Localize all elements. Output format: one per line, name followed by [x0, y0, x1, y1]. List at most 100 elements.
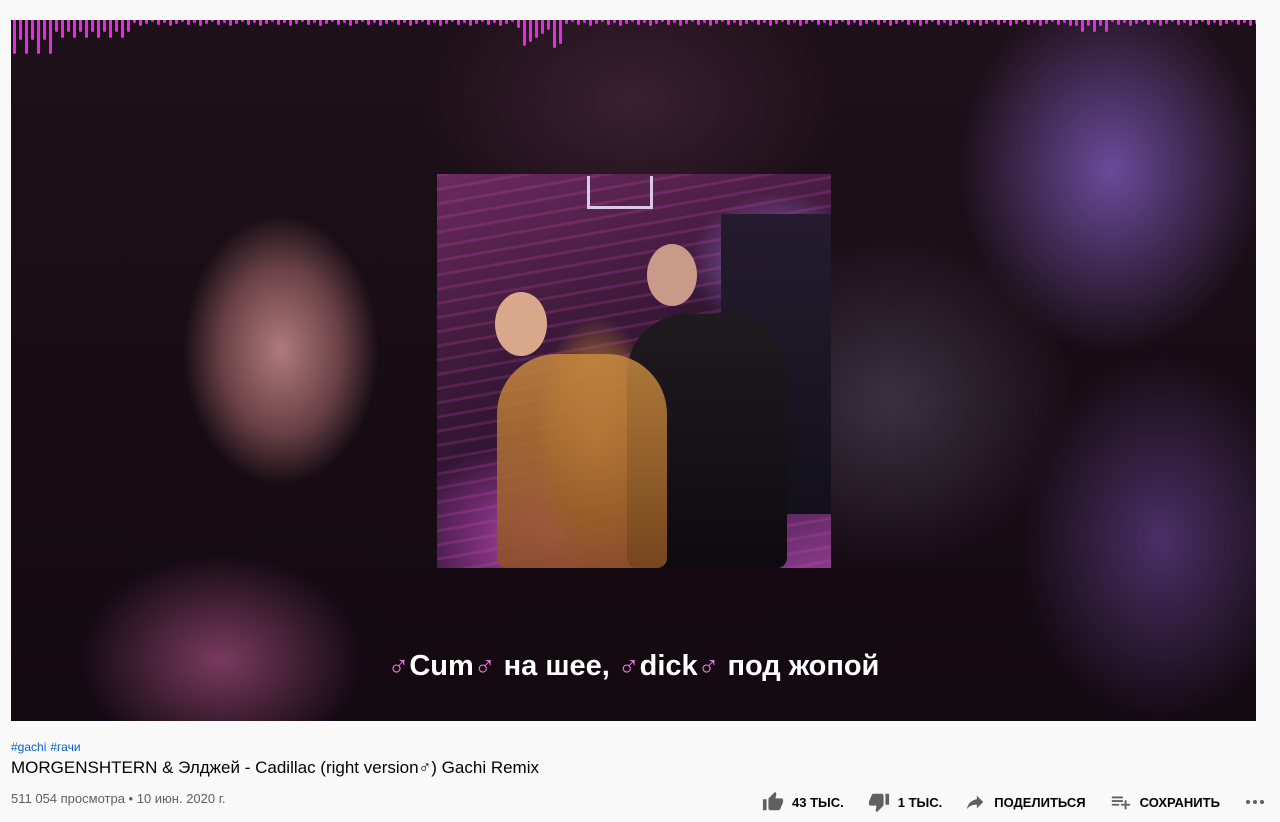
visualizer-bar [403, 20, 406, 23]
visualizer-bar [409, 20, 412, 26]
visualizer-bar [91, 20, 94, 32]
visualizer-bar [859, 20, 862, 26]
visualizer-bar [847, 20, 850, 25]
visualizer-bar [1207, 20, 1210, 25]
male-symbol: ♂ [617, 650, 640, 682]
share-arrow-icon [967, 795, 984, 810]
visualizer-bar [379, 20, 382, 26]
person-head-left [495, 292, 547, 356]
visualizer-bar [919, 20, 922, 26]
visualizer-bar [499, 20, 502, 26]
visualizer-bar [865, 20, 868, 24]
visualizer-bar [469, 20, 472, 26]
visualizer-bar [739, 20, 742, 26]
visualizer-bar [793, 20, 796, 23]
visualizer-bar [325, 20, 328, 24]
visualizer-bar [61, 20, 64, 38]
visualizer-bar [595, 20, 598, 24]
hashtag-link[interactable]: #gachi [11, 740, 46, 754]
visualizer-bar [247, 20, 250, 25]
visualizer-bar [295, 20, 298, 24]
visualizer-bar [559, 20, 562, 44]
visualizer-bar [229, 20, 232, 26]
visualizer-bar [1225, 20, 1228, 24]
visualizer-bar [655, 20, 658, 24]
person-head-right [647, 244, 697, 306]
visualizer-bar [937, 20, 940, 25]
meta-separator: • [124, 791, 137, 806]
video-player[interactable]: ♂Cum♂ на шее, ♂dick♂ под жопой [11, 20, 1256, 721]
visualizer-bar [25, 20, 28, 54]
visualizer-bar [109, 20, 112, 38]
visualizer-bar [1093, 20, 1096, 32]
visualizer-bar [343, 20, 346, 23]
visualizer-bar [1153, 20, 1156, 23]
visualizer-bar [1087, 20, 1090, 26]
visualizer-bar [1099, 20, 1102, 26]
view-count: 511 054 просмотра [11, 791, 125, 806]
visualizer-bar [715, 20, 718, 24]
save-button[interactable]: СОХРАНИТЬ [1110, 791, 1220, 813]
visualizer-bar [1243, 20, 1246, 23]
visualizer-bar [505, 20, 508, 24]
visualizer-bar [1135, 20, 1138, 24]
like-button[interactable]: 43 ТЫС. [762, 791, 844, 813]
visualizer-bar [1219, 20, 1222, 26]
visualizer-bar [1159, 20, 1162, 26]
visualizer-bar [313, 20, 316, 23]
visualizer-bar [679, 20, 682, 26]
visualizer-bar [763, 20, 766, 23]
visualizer-bar [1063, 20, 1066, 23]
visualizer-bar [139, 20, 142, 26]
visualizer-bar [565, 20, 568, 24]
visualizer-bar [973, 20, 976, 23]
visualizer-bar [115, 20, 118, 32]
visualizer-bar [889, 20, 892, 26]
visualizer-bar [37, 20, 40, 54]
visualizer-bar [493, 20, 496, 23]
lyric-caption: ♂Cum♂ на шее, ♂dick♂ под жопой [11, 650, 1256, 683]
visualizer-bar [427, 20, 430, 25]
visualizer-bar [673, 20, 676, 23]
visualizer-bar [373, 20, 376, 23]
visualizer-bar [829, 20, 832, 26]
visualizer-bar [97, 20, 100, 38]
visualizer-bar [337, 20, 340, 25]
visualizer-bar [805, 20, 808, 24]
visualizer-bar [745, 20, 748, 24]
visualizer-bar [577, 20, 580, 25]
hashtag-row: #gachi #гачи [11, 740, 85, 754]
visualizer-bar [127, 20, 130, 32]
male-symbol: ♂ [387, 650, 410, 682]
visualizer-bar [397, 20, 400, 25]
visualizer-bar [757, 20, 760, 25]
visualizer-bar [625, 20, 628, 24]
more-horiz-icon[interactable] [1245, 800, 1264, 804]
visualizer-bar [613, 20, 616, 23]
visualizer-bar [607, 20, 610, 25]
visualizer-bar [355, 20, 358, 24]
share-label: ПОДЕЛИТЬСЯ [994, 794, 1086, 810]
visualizer-bar [457, 20, 460, 25]
visualizer-bar [979, 20, 982, 26]
visualizer-bar [223, 20, 226, 23]
visualizer-bar [775, 20, 778, 24]
visualizer-bar [619, 20, 622, 26]
visualizer-bar [235, 20, 238, 24]
male-symbol: ♂ [473, 650, 496, 682]
action-bar: 43 ТЫС. 1 ТЫС. ПОДЕЛИТЬСЯ СОХРАНИТЬ [762, 790, 1264, 814]
lyric-word: dick [639, 650, 698, 682]
visualizer-bar [307, 20, 310, 25]
visualizer-bar [289, 20, 292, 26]
visualizer-bar [349, 20, 352, 26]
visualizer-bar [217, 20, 220, 25]
visualizer-bar [193, 20, 196, 23]
visualizer-bar [685, 20, 688, 24]
visualizer-bar [1105, 20, 1108, 32]
visualizer-bar [1039, 20, 1042, 26]
hashtag-link[interactable]: #гачи [50, 740, 80, 754]
visualizer-bar [733, 20, 736, 23]
share-button[interactable]: ПОДЕЛИТЬСЯ [964, 791, 1086, 813]
dislike-button[interactable]: 1 ТЫС. [868, 791, 942, 813]
playlist-add-icon [1111, 796, 1130, 810]
